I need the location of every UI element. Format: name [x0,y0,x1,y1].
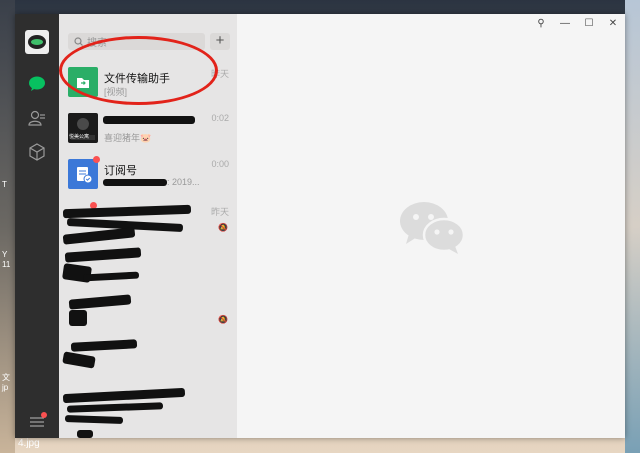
unread-badge [93,156,100,163]
close-button[interactable]: ✕ [605,18,621,29]
conversation-time: 0:02 [211,113,229,123]
chat-pane: ⚲ — ☐ ✕ [237,14,625,438]
desktop-right-strip [625,0,640,453]
sidebar-nav [15,14,59,438]
desktop-text-fragment: 11 [2,260,11,269]
conversation-preview: 喜迎猪年🐷 [104,133,152,143]
pin-button[interactable]: ⚲ [533,18,549,29]
redacted-avatar [69,310,87,326]
chat-icon[interactable] [27,74,47,94]
annotation-circle [59,36,218,105]
list-item[interactable]: 悦美公寓 喜迎猪年🐷 0:02 [59,105,237,151]
contacts-icon[interactable] [27,108,47,128]
list-item[interactable]: 订阅号 : 2019... 0:00 [59,151,237,197]
conversation-preview: : 2019... [167,177,200,187]
group-avatar: 悦美公寓 [68,113,98,143]
conversation-time: 0:00 [211,159,229,169]
desktop-text-fragment: T [2,180,7,189]
conversation-time: 昨天 [210,207,229,217]
redacted-avatar [77,430,93,438]
desktop-left-strip: T Y 11 文 jp [0,0,15,453]
wechat-logo-icon [397,200,467,261]
minimize-button[interactable]: — [557,18,573,29]
mute-icon: 🔕 [218,315,228,324]
subscription-icon [68,159,98,189]
avatar[interactable] [25,30,49,54]
group-avatar-label: 悦美公寓 [69,134,90,140]
desktop-file-label[interactable]: 4.jpg [18,438,40,449]
add-button[interactable]: + [210,33,230,50]
desktop-text-fragment: Y [2,250,8,259]
maximize-button[interactable]: ☐ [581,18,597,29]
redacted-preview [103,179,167,186]
conversation-title: 订阅号 [104,165,137,177]
search-icon [74,37,83,46]
desktop-text-fragment: 文 [2,373,10,382]
menu-notification-dot [41,412,47,418]
box-icon[interactable] [27,142,47,162]
mute-icon: 🔕 [218,223,228,232]
desktop-text-fragment: jp [2,383,9,392]
redacted-title [103,116,195,124]
